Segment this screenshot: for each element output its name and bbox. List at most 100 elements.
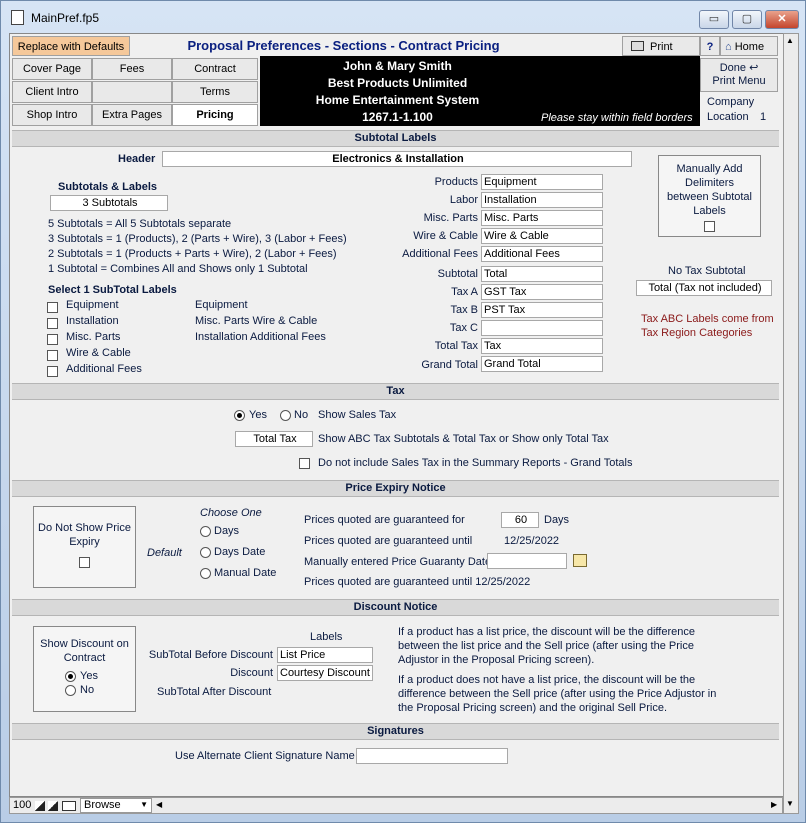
dropdown-arrow-icon: ▼: [140, 800, 148, 809]
option-label: Installation: [66, 315, 119, 327]
tax-a-field[interactable]: GST Tax: [481, 284, 603, 300]
days-radio[interactable]: [200, 526, 211, 537]
calendar-icon[interactable]: [573, 554, 587, 567]
home-label: Home: [734, 41, 765, 53]
zoom-in-icon[interactable]: [48, 801, 58, 811]
scroll-up-icon[interactable]: ▲: [786, 36, 794, 45]
products-field[interactable]: Equipment: [481, 174, 603, 190]
manual-date-radio[interactable]: [200, 568, 211, 579]
wire-cable-checkbox[interactable]: [47, 350, 58, 361]
subtotal-label: Subtotal: [437, 268, 478, 280]
no-label: No: [294, 409, 309, 421]
installation-checkbox[interactable]: [47, 318, 58, 329]
mode-select[interactable]: Browse ▼: [80, 798, 152, 813]
page-heading: Proposal Preferences - Sections - Contra…: [187, 38, 500, 53]
grand-total-field[interactable]: Grand Total: [481, 356, 603, 372]
misc-parts-label: Misc. Parts: [423, 212, 478, 224]
print-button[interactable]: Print: [622, 36, 700, 56]
exclude-tax-checkbox[interactable]: [299, 458, 310, 469]
option-label: Wire & Cable: [66, 347, 131, 359]
tax-abc-note: Tax ABC Labels come from Tax Region Cate…: [641, 313, 774, 339]
close-button[interactable]: ✕: [765, 10, 799, 29]
tax-c-field[interactable]: [481, 320, 603, 336]
tab-cover-page[interactable]: Cover Page: [12, 58, 92, 80]
section-discount: Discount Notice: [12, 599, 779, 616]
tab-fees[interactable]: Fees: [92, 58, 172, 80]
tax-b-field[interactable]: PST Tax: [481, 302, 603, 318]
discount-note-list-price: If a product has a list price, the disco…: [398, 626, 695, 666]
days-date-label: Days Date: [214, 546, 266, 558]
days-date-radio[interactable]: [200, 547, 211, 558]
total-tax-label: Total Tax: [434, 340, 478, 352]
equipment-checkbox[interactable]: [47, 302, 58, 313]
misc-parts-checkbox[interactable]: [47, 334, 58, 345]
tab-shop-intro[interactable]: Shop Intro: [12, 104, 92, 126]
print-label: Print: [650, 41, 673, 53]
field-border-note: Please stay within field borders: [541, 112, 693, 124]
no-tax-title: No Tax Subtotal: [668, 265, 746, 277]
minimize-button[interactable]: ▭: [699, 10, 729, 29]
wire-cable-field[interactable]: Wire & Cable: [481, 228, 603, 244]
scroll-down-icon[interactable]: ▼: [786, 799, 794, 808]
vertical-scrollbar[interactable]: ▲ ▼: [783, 33, 799, 814]
client-name: John & Mary Smith: [343, 59, 452, 73]
header-field[interactable]: Electronics & Installation: [162, 151, 632, 167]
expiry-days-field[interactable]: 60: [501, 512, 539, 528]
client-header: John & Mary Smith Best Products Unlimite…: [260, 56, 700, 126]
zoom-level[interactable]: 100: [13, 799, 31, 811]
manual-price-date-field[interactable]: [487, 553, 567, 569]
show-discount-no-radio[interactable]: [65, 685, 76, 696]
home-icon: ⌂: [725, 41, 732, 53]
replace-defaults-button[interactable]: Replace with Defaults: [12, 36, 130, 56]
no-tax-field[interactable]: Total (Tax not included): [636, 280, 772, 296]
default-label: Default: [147, 547, 182, 559]
tab-pricing[interactable]: Pricing: [172, 104, 258, 126]
manual-date-label: Manual Date: [214, 567, 277, 579]
application-window: MainPref.fp5 ▭ ▢ ✕ Replace with Defaults…: [0, 0, 806, 823]
show-discount-yes-radio[interactable]: [65, 671, 76, 682]
section-signatures: Signatures: [12, 723, 779, 740]
tab-client-intro[interactable]: Client Intro: [12, 81, 92, 103]
zoom-out-icon[interactable]: [35, 801, 45, 811]
subtotals-count-field[interactable]: 3 Subtotals: [50, 195, 168, 211]
before-discount-field[interactable]: List Price: [277, 647, 373, 663]
additional-fees-checkbox[interactable]: [47, 366, 58, 377]
show-tax-no-radio[interactable]: [280, 410, 291, 421]
additional-fees-label: Additional Fees: [402, 248, 478, 260]
labor-field[interactable]: Installation: [481, 192, 603, 208]
guaranteed-until-value: 12/25/2022: [504, 535, 560, 547]
done-button[interactable]: Done ↩ Print Menu: [700, 58, 778, 92]
status-area-icon[interactable]: [62, 801, 76, 811]
scroll-left-icon[interactable]: ◀: [156, 800, 162, 809]
yes-label: Yes: [249, 409, 267, 421]
alt-signature-field[interactable]: [356, 748, 508, 764]
tab-extra-pages[interactable]: Extra Pages: [92, 104, 172, 126]
tab-terms[interactable]: Terms: [172, 81, 258, 103]
manual-delimiters-label: Manually Add Delimiters between Subtotal…: [666, 163, 752, 217]
tax-a-label: Tax A: [451, 286, 478, 298]
option-label: Misc. Parts: [66, 331, 121, 343]
total-tax-field[interactable]: Tax: [481, 338, 603, 354]
scroll-right-icon[interactable]: ▶: [771, 800, 777, 809]
discount-note-no-list-price: If a product does not have a list price,…: [398, 674, 717, 714]
group-label: Installation Additional Fees: [195, 331, 326, 343]
wire-cable-label: Wire & Cable: [413, 230, 478, 242]
subtotals-title: Subtotals & Labels: [58, 181, 158, 193]
show-tax-yes-radio[interactable]: [234, 410, 245, 421]
additional-fees-field[interactable]: Additional Fees: [481, 246, 603, 262]
total-tax-mode-field[interactable]: Total Tax: [235, 431, 313, 447]
help-button[interactable]: ?: [700, 36, 720, 56]
labels-title: Labels: [310, 631, 343, 643]
home-button[interactable]: ⌂ Home: [720, 36, 778, 56]
do-not-show-expiry-box: Do Not Show Price Expiry: [33, 506, 136, 588]
subtotal-field[interactable]: Total: [481, 266, 603, 282]
discount-field[interactable]: Courtesy Discount: [277, 665, 373, 681]
do-not-show-expiry-checkbox[interactable]: [79, 557, 90, 568]
misc-parts-field[interactable]: Misc. Parts: [481, 210, 603, 226]
manual-delimiters-checkbox[interactable]: [704, 221, 715, 232]
abc-tax-desc: Show ABC Tax Subtotals & Total Tax or Sh…: [318, 433, 609, 445]
maximize-button[interactable]: ▢: [732, 10, 762, 29]
before-discount-label: SubTotal Before Discount: [148, 649, 273, 661]
tab-contract[interactable]: Contract: [172, 58, 258, 80]
manual-delimiters-box: Manually Add Delimiters between Subtotal…: [658, 155, 761, 237]
